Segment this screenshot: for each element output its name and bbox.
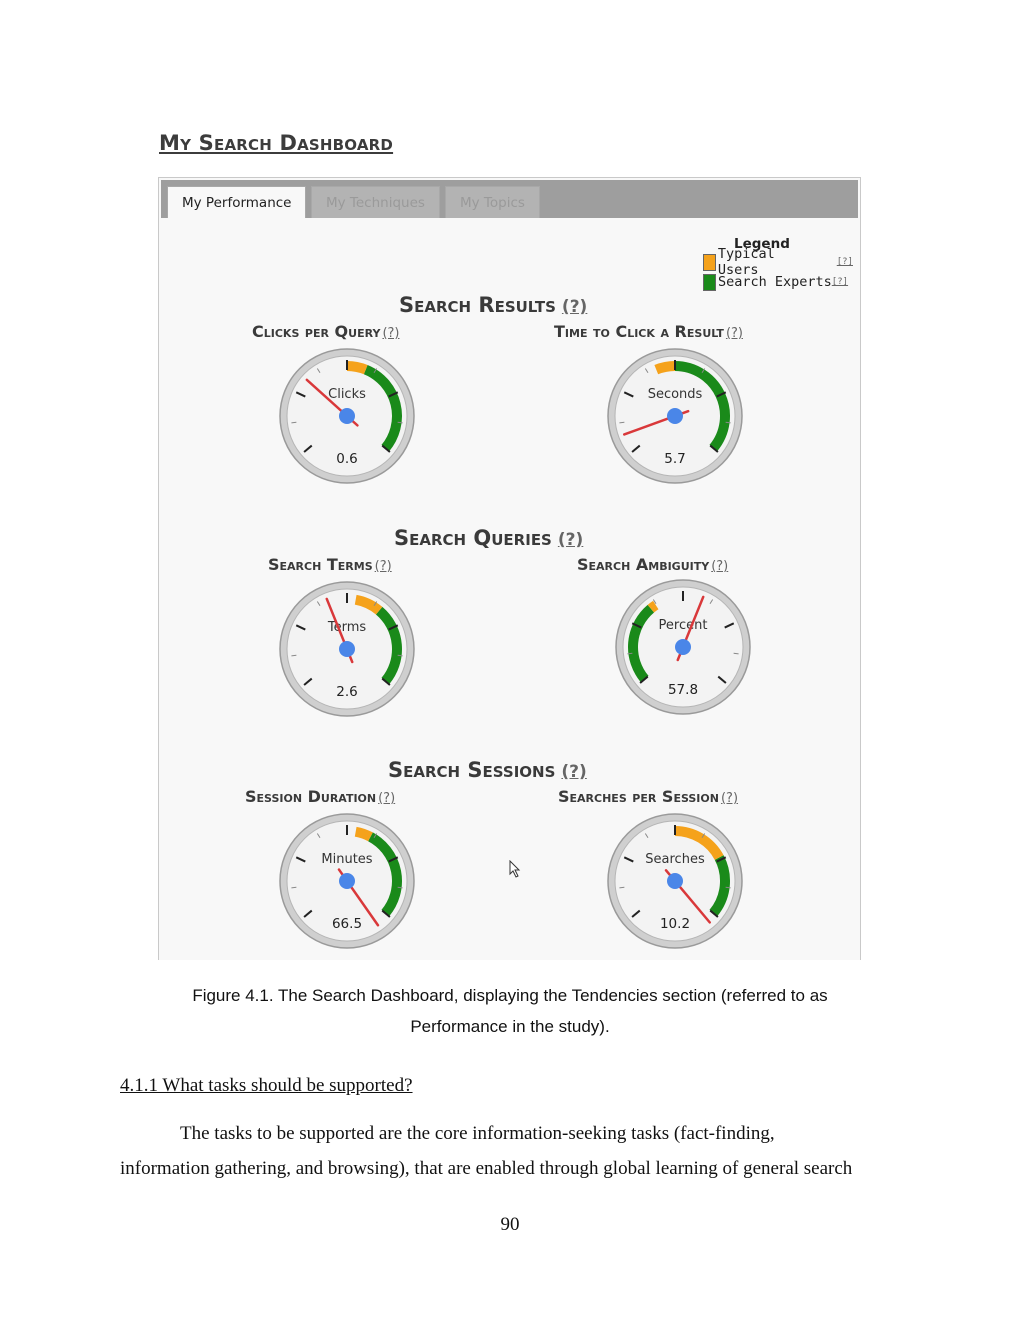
gauge-unit-label: Searches (645, 852, 705, 867)
gauge-minor-tick (627, 652, 633, 655)
gauge-unit-label: Clicks (328, 387, 366, 402)
gauge-minor-tick (397, 421, 403, 424)
gauge-minor-tick (725, 421, 731, 424)
help-link[interactable]: (?) (375, 559, 392, 574)
gauge-hub (339, 408, 355, 424)
gauge-clicks-per-query: Clicks 0.6 (277, 346, 417, 486)
help-link[interactable]: (?) (561, 762, 586, 782)
section-subheading: 4.1.1 What tasks should be supported? (120, 1075, 413, 1096)
gauge-minor-tick (291, 421, 297, 424)
gauge-hub (667, 873, 683, 889)
section-title-search-queries: Search Queries (?) (394, 526, 583, 550)
gauge-unit-label: Percent (659, 618, 708, 633)
tab-my-topics[interactable]: My Topics (445, 186, 540, 218)
gauge-value-label: 2.6 (336, 684, 357, 700)
gauge-graphic: Clicks 0.6 (279, 348, 415, 484)
gauge-title-searches-per-session: Searches per Session (?) (558, 787, 738, 806)
gauge-title-search-terms: Search Terms (?) (268, 555, 392, 574)
body-line: information gathering, and browsing), th… (120, 1158, 853, 1179)
gauge-title-search-ambiguity: Search Ambiguity (?) (577, 555, 728, 574)
gauge-unit-label: Minutes (321, 852, 372, 867)
gauge-minor-tick (291, 886, 297, 889)
caption-line: Figure 4.1. The Search Dashboard, displa… (192, 986, 828, 1005)
gauge-search-terms: Terms 2.6 (277, 579, 417, 719)
body-paragraph: The tasks to be supported are the core i… (120, 1116, 900, 1186)
gauge-time-to-click: Seconds 5.7 (605, 346, 745, 486)
help-link[interactable]: (?) (711, 559, 728, 574)
gauge-graphic: Terms 2.6 (279, 581, 415, 717)
gauge-hub (339, 873, 355, 889)
gauge-value-label: 0.6 (336, 451, 357, 467)
section-title-text: Search Queries (394, 526, 552, 550)
page-number: 90 (500, 1214, 520, 1235)
body-line: The tasks to be supported are the core i… (180, 1123, 775, 1144)
gauge-title-clicks-per-query: Clicks per Query (?) (252, 322, 399, 341)
gauge-minor-tick (397, 654, 403, 657)
tab-my-techniques[interactable]: My Techniques (311, 186, 440, 218)
gauge-graphic: Searches 10.2 (607, 813, 743, 949)
gauge-band-orange (654, 361, 676, 375)
gauge-minor-tick (725, 886, 731, 889)
gauge-value-label: 10.2 (660, 916, 690, 932)
legend: Legend Typical Users [?] Search Experts … (703, 236, 853, 292)
gauge-title-text: Search Ambiguity (577, 555, 710, 574)
help-link[interactable]: (?) (558, 530, 583, 550)
gauge-value-label: 5.7 (664, 451, 685, 467)
dashboard-panel: My Performance My Techniques My Topics L… (158, 177, 861, 960)
gauge-minor-tick (291, 654, 297, 657)
gauge-title-text: Clicks per Query (252, 322, 381, 341)
gauge-minor-tick (733, 652, 739, 655)
gauge-unit-label: Seconds (648, 387, 703, 402)
gauge-title-time-to-click: Time to Click a Result (?) (554, 322, 743, 341)
gauge-band-orange (647, 600, 659, 613)
tab-my-performance[interactable]: My Performance (167, 186, 307, 218)
legend-item-typical-users: Typical Users [?] (703, 246, 853, 278)
dashboard-title: My Search Dashboard (159, 131, 394, 155)
gauge-title-session-duration: Session Duration (?) (245, 787, 395, 806)
legend-help-link[interactable]: [?] (832, 277, 848, 287)
section-title-search-sessions: Search Sessions (?) (388, 758, 587, 782)
gauge-title-text: Search Terms (268, 555, 373, 574)
legend-label: Search Experts (718, 274, 832, 290)
gauge-value-label: 57.8 (668, 682, 698, 698)
gauge-hub (675, 639, 691, 655)
gauge-graphic: Seconds 5.7 (607, 348, 743, 484)
help-link[interactable]: (?) (378, 791, 395, 806)
help-link[interactable]: (?) (382, 326, 399, 341)
gauge-graphic: Percent 57.8 (615, 579, 751, 715)
gauge-title-text: Session Duration (245, 787, 377, 806)
gauge-minor-tick (397, 886, 403, 889)
help-link[interactable]: (?) (726, 326, 743, 341)
gauge-unit-label: Terms (327, 620, 367, 635)
help-link[interactable]: (?) (562, 297, 587, 317)
section-title-search-results: Search Results (?) (399, 293, 587, 317)
section-title-text: Search Results (399, 293, 556, 317)
gauge-value-label: 66.5 (332, 916, 362, 932)
gauge-band-orange (354, 826, 373, 842)
gauge-title-text: Time to Click a Result (554, 322, 724, 341)
gauge-hub (667, 408, 683, 424)
help-link[interactable]: (?) (721, 791, 738, 806)
gauge-band-orange (346, 361, 368, 375)
section-title-text: Search Sessions (388, 758, 556, 782)
caption-line: Performance in the study). (410, 1017, 610, 1036)
mouse-cursor-icon (509, 860, 521, 878)
legend-help-link[interactable]: [?] (837, 257, 853, 267)
gauge-minor-tick (619, 886, 625, 889)
gauge-title-text: Searches per Session (558, 787, 719, 806)
figure-caption: Figure 4.1. The Search Dashboard, displa… (140, 980, 880, 1042)
legend-swatch-orange (703, 253, 716, 271)
gauge-hub (339, 641, 355, 657)
legend-swatch-green (703, 273, 716, 291)
gauge-search-ambiguity: Percent 57.8 (613, 577, 753, 717)
tab-bar: My Performance My Techniques My Topics (161, 180, 858, 218)
gauge-session-duration: Minutes 66.5 (277, 811, 417, 951)
gauge-minor-tick (619, 421, 625, 424)
gauge-graphic: Minutes 66.5 (279, 813, 415, 949)
gauge-searches-per-session: Searches 10.2 (605, 811, 745, 951)
legend-item-search-experts: Search Experts [?] (703, 272, 853, 292)
